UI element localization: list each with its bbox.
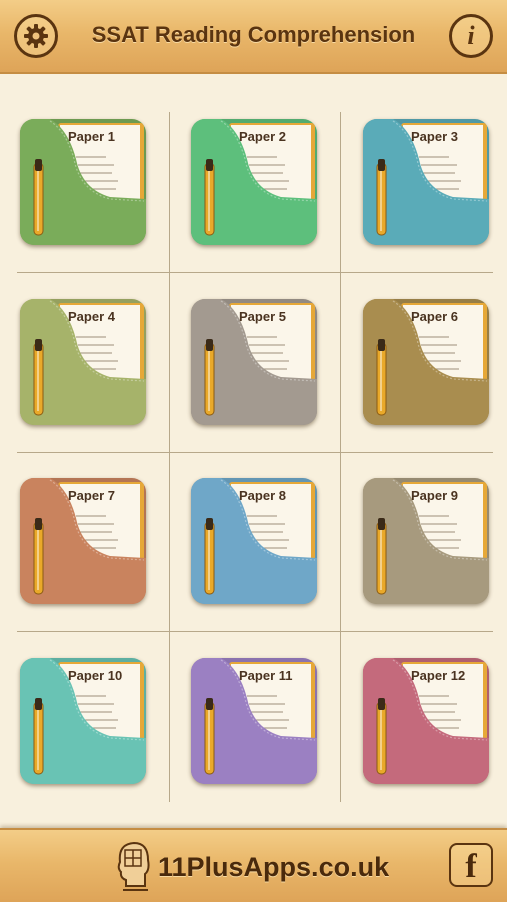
paper-label: Paper 1: [68, 129, 115, 144]
grid-divider: [17, 272, 493, 273]
paper-label: Paper 12: [411, 668, 466, 683]
paper-tile-2[interactable]: Paper 2: [191, 119, 317, 245]
paper-label: Paper 2: [239, 129, 286, 144]
brand-link[interactable]: 11PlusApps.co.uk: [158, 852, 389, 883]
paper-label: Paper 3: [411, 129, 458, 144]
grid-divider: [340, 112, 341, 802]
paper-label: Paper 9: [411, 488, 458, 503]
paper-label: Paper 7: [68, 488, 115, 503]
grid-divider: [17, 631, 493, 632]
paper-label: Paper 11: [239, 668, 293, 683]
paper-tile-8[interactable]: Paper 8: [191, 478, 317, 604]
info-icon: i: [467, 21, 475, 50]
paper-tile-7[interactable]: Paper 7: [20, 478, 146, 604]
paper-label: Paper 10: [68, 668, 123, 683]
paper-tile-3[interactable]: Paper 3: [363, 119, 489, 245]
grid-divider: [17, 452, 493, 453]
paper-grid-area: Paper 1 Paper 2 Paper 3 Paper 4 Paper 5 Paper…: [0, 74, 507, 828]
header-bar: SSAT Reading Comprehension i: [0, 0, 507, 74]
paper-tile-4[interactable]: Paper 4: [20, 299, 146, 425]
facebook-icon: f: [465, 848, 477, 885]
brain-head-logo-icon: [117, 841, 150, 891]
paper-label: Paper 4: [68, 309, 115, 324]
info-button[interactable]: i: [449, 14, 493, 58]
footer-bar: 11PlusApps.co.uk f: [0, 828, 507, 902]
facebook-button[interactable]: f: [449, 843, 493, 887]
paper-tile-10[interactable]: Paper 10: [20, 658, 146, 784]
paper-tile-6[interactable]: Paper 6: [363, 299, 489, 425]
paper-label: Paper 6: [411, 309, 458, 324]
paper-tile-9[interactable]: Paper 9: [363, 478, 489, 604]
paper-label: Paper 8: [239, 488, 286, 503]
grid-divider: [169, 112, 170, 802]
page-title: SSAT Reading Comprehension: [91, 22, 416, 47]
paper-tile-1[interactable]: Paper 1: [20, 119, 146, 245]
paper-label: Paper 5: [239, 309, 286, 324]
paper-grid: Paper 1 Paper 2 Paper 3 Paper 4 Paper 5 Paper…: [17, 112, 493, 830]
paper-tile-5[interactable]: Paper 5: [191, 299, 317, 425]
paper-tile-12[interactable]: Paper 12: [363, 658, 489, 784]
paper-tile-11[interactable]: Paper 11: [191, 658, 317, 784]
